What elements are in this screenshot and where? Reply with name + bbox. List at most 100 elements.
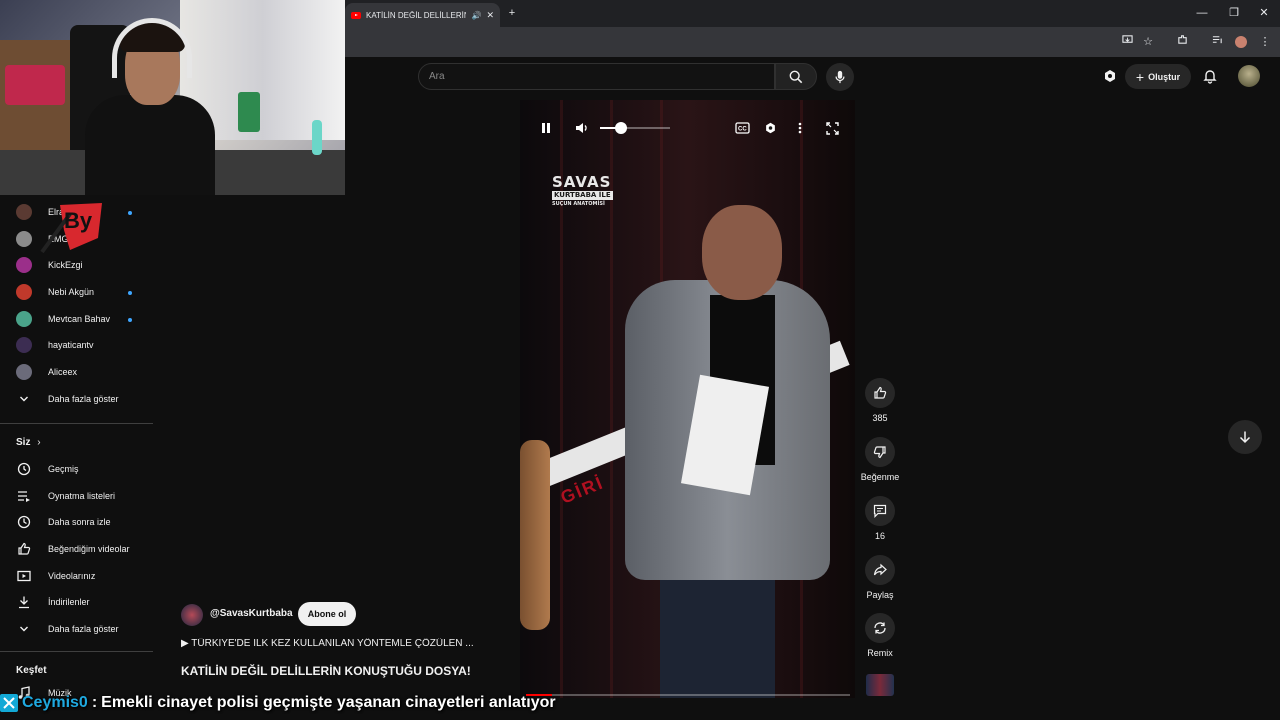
gemini-icon bbox=[765, 122, 775, 134]
chat-message: Emekli cinayet polisi geçmişte yaşanan c… bbox=[101, 694, 556, 711]
pause-icon bbox=[542, 123, 550, 133]
plus-icon: + bbox=[1135, 68, 1145, 85]
svg-text:CC: CC bbox=[738, 127, 747, 133]
new-tab-button[interactable]: + bbox=[502, 4, 522, 22]
extensions-icon[interactable] bbox=[1173, 33, 1191, 51]
streamer-body bbox=[85, 95, 215, 195]
chevron-down-icon bbox=[16, 391, 32, 407]
webcam-lamp bbox=[312, 120, 322, 155]
sidebar-item-liked-videos[interactable]: Beğendiğim videolar bbox=[16, 536, 130, 562]
channel-name: KickEzgi bbox=[48, 260, 83, 270]
minimize-button[interactable]: — bbox=[1192, 4, 1212, 22]
mannequin bbox=[520, 440, 550, 630]
video-progress-track[interactable] bbox=[526, 694, 850, 696]
captions-button[interactable]: CC bbox=[732, 118, 752, 138]
dislike-label: Beğenme bbox=[860, 472, 900, 482]
mute-button[interactable] bbox=[572, 118, 592, 138]
show-more-you[interactable]: Daha fazla göster bbox=[16, 616, 119, 642]
share-label: Paylaş bbox=[866, 590, 894, 600]
next-video-button[interactable] bbox=[1228, 420, 1262, 454]
sidebar-item-watch-later[interactable]: Daha sonra izle bbox=[16, 509, 111, 535]
more-options-button[interactable] bbox=[790, 118, 810, 138]
chevron-down-icon bbox=[16, 621, 32, 637]
browser-menu-icon[interactable]: ⋮ bbox=[1256, 33, 1274, 51]
mic-icon bbox=[835, 70, 845, 84]
bookmark-star-icon[interactable]: ☆ bbox=[1139, 33, 1157, 51]
gemini-icon[interactable] bbox=[1102, 68, 1120, 86]
account-avatar[interactable] bbox=[1238, 65, 1260, 87]
show-logo: SAVAS KURTBABA İLE SUÇUN ANATOMİSİ bbox=[552, 175, 613, 207]
logo-line-3: SUÇUN ANATOMİSİ bbox=[552, 201, 605, 207]
sidebar-sub-item[interactable]: Nebi Akgün bbox=[16, 279, 94, 305]
volume-icon bbox=[576, 123, 587, 133]
sidebar-item-playlists[interactable]: Oynatma listeleri bbox=[16, 483, 115, 509]
volume-slider-handle[interactable] bbox=[615, 122, 627, 134]
video-controls: CC bbox=[520, 112, 855, 144]
sidebar-item-label: Oynatma listeleri bbox=[48, 491, 116, 501]
share-icon bbox=[873, 563, 887, 576]
create-button[interactable]: + Oluştur bbox=[1125, 64, 1191, 89]
channel-avatar bbox=[16, 204, 32, 220]
youtube-favicon-icon bbox=[351, 11, 361, 19]
fullscreen-button[interactable] bbox=[822, 118, 842, 138]
sidebar-item-label: Videolarınız bbox=[48, 571, 96, 581]
notifications-bell-icon[interactable] bbox=[1202, 68, 1220, 86]
sidebar-item-downloads[interactable]: İndirilenler bbox=[16, 589, 90, 615]
sidebar-sub-item[interactable]: Mevtcan Bahav bbox=[16, 306, 110, 332]
sidebar-item-label: Daha sonra izle bbox=[48, 517, 111, 527]
pause-button[interactable] bbox=[536, 118, 556, 138]
video-description[interactable]: ▶ TÜRKİYE'DE İLK KEZ KULLANILAN YÖNTEMLE… bbox=[181, 638, 481, 649]
channel-avatar bbox=[16, 337, 32, 353]
channel-name: Aliceex bbox=[48, 367, 78, 377]
logo-line-2: KURTBABA İLE bbox=[552, 191, 613, 200]
install-app-icon[interactable] bbox=[1118, 33, 1136, 51]
fullscreen-icon bbox=[825, 121, 839, 135]
sidebar-sub-item[interactable]: KickEzgi bbox=[16, 252, 83, 278]
search-button[interactable] bbox=[775, 63, 817, 90]
close-window-button[interactable]: ✕ bbox=[1254, 4, 1274, 22]
tab-title: KATİLİN DEĞİL DELİLLERİN bbox=[366, 10, 467, 20]
show-more-label: Daha fazla göster bbox=[48, 394, 119, 404]
sidebar-divider bbox=[0, 651, 153, 652]
sound-thumbnail[interactable] bbox=[866, 674, 894, 696]
channel-name: hayaticantv bbox=[48, 340, 94, 350]
remix-button[interactable] bbox=[865, 613, 895, 643]
comments-button[interactable] bbox=[865, 496, 895, 526]
media-control-icon[interactable] bbox=[1208, 33, 1226, 51]
browser-tab[interactable]: KATİLİN DEĞİL DELİLLERİN 🔊 ✕ bbox=[345, 3, 500, 27]
more-vert-icon bbox=[798, 122, 802, 134]
you-section-heading[interactable]: Siz › bbox=[16, 437, 41, 448]
restore-button[interactable]: ❐ bbox=[1224, 4, 1244, 22]
subscribe-button[interactable]: Abone ol bbox=[298, 602, 356, 626]
profile-icon[interactable] bbox=[1232, 33, 1250, 51]
speaker-icon: 🔊 bbox=[471, 10, 482, 20]
show-more-label: Daha fazla göster bbox=[48, 624, 119, 634]
channel-avatar[interactable] bbox=[181, 604, 203, 626]
like-button[interactable] bbox=[865, 378, 895, 408]
captions-icon: CC bbox=[734, 122, 750, 134]
logo-line-1: SAVAS bbox=[552, 173, 612, 191]
comment-count: 16 bbox=[874, 531, 885, 541]
tab-close-icon[interactable]: ✕ bbox=[486, 10, 494, 21]
explore-section-heading: Keşfet bbox=[16, 665, 47, 676]
share-button[interactable] bbox=[865, 555, 895, 585]
remix-icon bbox=[874, 622, 886, 634]
arrow-down-icon bbox=[1239, 431, 1251, 444]
presenter-head bbox=[702, 205, 782, 300]
sidebar-sub-item[interactable]: Aliceex bbox=[16, 359, 77, 385]
sidebar-item-your-videos[interactable]: Videolarınız bbox=[16, 563, 95, 589]
live-dot bbox=[128, 318, 132, 322]
gemini-ask-button[interactable] bbox=[760, 118, 780, 138]
sidebar-sub-item[interactable]: hayaticantv bbox=[16, 332, 94, 358]
channel-name[interactable]: @SavasKurtbaba bbox=[210, 608, 293, 619]
dislike-button[interactable] bbox=[865, 437, 895, 467]
sidebar-item-history[interactable]: Geçmiş bbox=[16, 456, 79, 482]
live-dot bbox=[128, 291, 132, 295]
thumbs-up-icon bbox=[16, 541, 32, 557]
voice-search-button[interactable] bbox=[826, 63, 854, 91]
you-heading-label: Siz bbox=[16, 437, 31, 448]
shorts-video-player[interactable]: GİRİ SAVAS KURTBABA İLE SUÇUN ANATOMİSİ bbox=[520, 100, 855, 698]
search-input[interactable]: Ara bbox=[418, 63, 775, 90]
show-more-subscriptions[interactable]: Daha fazla göster bbox=[16, 386, 119, 412]
webcam-overlay bbox=[0, 0, 345, 195]
